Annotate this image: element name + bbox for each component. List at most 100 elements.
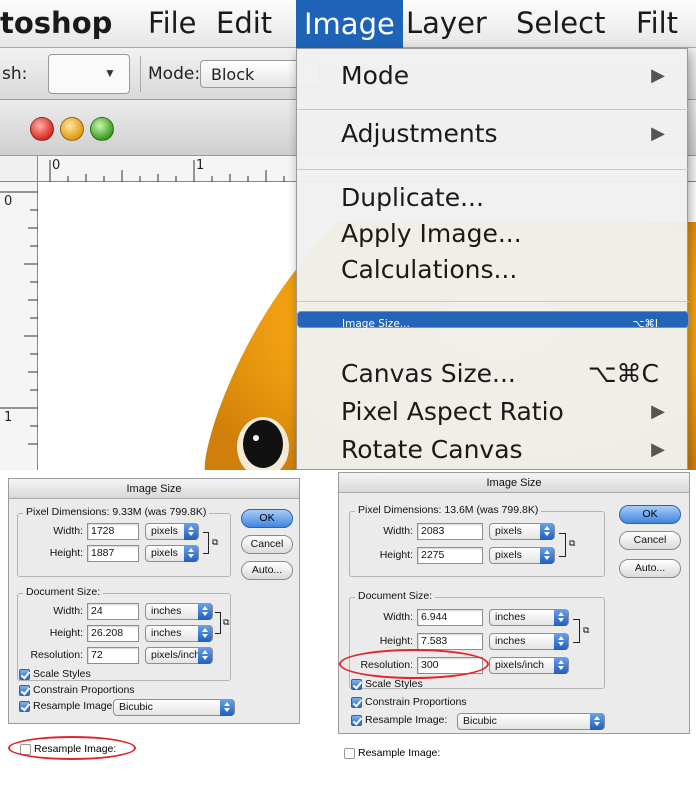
- pixel-dimensions-label: Pixel Dimensions: 9.33M (was 799.8K): [23, 506, 210, 518]
- menu-divider: [297, 109, 689, 110]
- doc-width-input[interactable]: 6.944: [417, 609, 483, 626]
- zoom-icon[interactable]: [90, 117, 114, 141]
- pixel-width-unit-select[interactable]: pixels: [145, 523, 199, 540]
- chevron-down-icon[interactable]: ▼: [104, 66, 116, 80]
- menu-item-rotate-canvas[interactable]: Rotate Canvas ▶: [297, 429, 689, 470]
- doc-width-label: Width:: [383, 611, 413, 623]
- resample-method-select[interactable]: Bicubic: [113, 699, 235, 716]
- select-arrow-icon: [198, 603, 212, 620]
- resample-image-checkbox[interactable]: [351, 715, 362, 726]
- resolution-unit-select[interactable]: pixels/inch: [145, 647, 213, 664]
- select-arrow-icon: [198, 625, 212, 642]
- dialog-title: Image Size: [9, 479, 299, 499]
- resample-image-checkbox[interactable]: [19, 701, 30, 712]
- doc-height-input[interactable]: 26.208: [87, 625, 139, 642]
- keyboard-shortcut: ⌥⌘I: [632, 318, 658, 330]
- doc-width-input[interactable]: 24: [87, 603, 139, 620]
- pixel-width-input[interactable]: 1728: [87, 523, 139, 540]
- doc-width-unit-select[interactable]: inches: [145, 603, 213, 620]
- ruler-origin[interactable]: [0, 156, 38, 182]
- height-label: Height:: [379, 549, 413, 561]
- app-menu[interactable]: toshop: [0, 6, 112, 40]
- cancel-button[interactable]: Cancel: [619, 531, 681, 550]
- submenu-arrow-icon: ▶: [651, 65, 665, 86]
- pixel-height-unit-select[interactable]: pixels: [489, 547, 555, 564]
- resample-image-label: Resample Image:: [365, 714, 448, 726]
- menu-divider: [297, 301, 689, 302]
- minimize-icon[interactable]: [60, 117, 84, 141]
- chain-link-icon: ⧉: [569, 538, 576, 548]
- resample-image-label: Resample Image:: [33, 700, 116, 712]
- link-bracket: [203, 532, 209, 554]
- menu-item-label: Image Size...: [342, 318, 410, 330]
- vruler-label-0: 0: [4, 194, 13, 209]
- menu-item-mode[interactable]: Mode ▶: [297, 55, 689, 99]
- pixel-width-unit-select[interactable]: pixels: [489, 523, 555, 540]
- document-size-label: Document Size:: [355, 590, 436, 602]
- resample-image-label: Resample Image:: [358, 747, 441, 759]
- link-bracket: [573, 619, 580, 643]
- vertical-ruler[interactable]: 0 1: [0, 182, 38, 470]
- scale-styles-label: Scale Styles: [33, 668, 91, 680]
- menu-select[interactable]: Select: [516, 6, 605, 40]
- pixel-width-input[interactable]: 2083: [417, 523, 483, 540]
- pixel-height-unit-select[interactable]: pixels: [145, 545, 199, 562]
- ok-button[interactable]: OK: [619, 505, 681, 524]
- menu-item-adjustments[interactable]: Adjustments ▶: [297, 113, 689, 157]
- select-arrow-icon: [590, 713, 604, 730]
- height-label: Height:: [49, 547, 83, 559]
- photoshop-window: toshop File Edit Image Layer Select Filt…: [0, 0, 696, 470]
- menu-item-calculations[interactable]: Calculations...: [297, 249, 689, 293]
- constrain-proportions-checkbox[interactable]: [351, 697, 362, 708]
- constrain-proportions-checkbox[interactable]: [19, 685, 30, 696]
- divider: [140, 56, 141, 92]
- scale-styles-checkbox[interactable]: [19, 669, 30, 680]
- auto-button[interactable]: Auto...: [619, 559, 681, 578]
- width-label: Width:: [53, 525, 83, 537]
- scale-styles-checkbox[interactable]: [351, 679, 362, 690]
- select-value: inches: [495, 611, 526, 623]
- doc-height-unit-select[interactable]: inches: [489, 633, 569, 650]
- close-icon[interactable]: [30, 117, 54, 141]
- mode-label: Mode:: [148, 64, 201, 84]
- link-bracket: [215, 612, 221, 634]
- red-annotation-oval: [8, 736, 136, 760]
- constrain-proportions-label: Constrain Proportions: [33, 684, 135, 696]
- image-size-dialog-after: Image Size Pixel Dimensions: 13.6M (was …: [338, 472, 690, 734]
- submenu-arrow-icon: ▶: [651, 439, 665, 460]
- width-label: Width:: [383, 525, 413, 537]
- select-arrow-icon: [554, 657, 568, 674]
- doc-width-unit-select[interactable]: inches: [489, 609, 569, 626]
- menu-bar: toshop File Edit Image Layer Select Filt: [0, 0, 696, 48]
- resolution-unit-select[interactable]: pixels/inch: [489, 657, 569, 674]
- ok-button[interactable]: OK: [241, 509, 293, 528]
- resolution-input[interactable]: 72: [87, 647, 139, 664]
- select-value: pixels: [495, 549, 522, 561]
- select-value: inches: [151, 627, 182, 639]
- select-arrow-icon: [184, 523, 198, 540]
- menu-edit[interactable]: Edit: [216, 6, 272, 40]
- resample-method-select[interactable]: Bicubic: [457, 713, 605, 730]
- pixel-height-input[interactable]: 1887: [87, 545, 139, 562]
- brush-picker[interactable]: [48, 54, 130, 94]
- chain-link-icon: ⧉: [212, 537, 219, 547]
- resample-image-checkbox-unchecked[interactable]: [344, 748, 355, 759]
- doc-height-input[interactable]: 7.583: [417, 633, 483, 650]
- menu-item-image-size[interactable]: Image Size... ⌥⌘I: [297, 311, 689, 330]
- link-bracket: [559, 533, 566, 557]
- select-value: pixels/inch: [495, 659, 545, 671]
- auto-button[interactable]: Auto...: [241, 561, 293, 580]
- select-value: pixels: [151, 525, 178, 537]
- image-menu-dropdown: Mode ▶ Adjustments ▶ Duplicate... Apply …: [296, 48, 689, 470]
- doc-height-unit-select[interactable]: inches: [145, 625, 213, 642]
- menu-layer[interactable]: Layer: [406, 6, 487, 40]
- select-arrow-icon: [184, 545, 198, 562]
- menu-file[interactable]: File: [148, 6, 197, 40]
- brush-label: sh:: [2, 64, 28, 84]
- menu-image[interactable]: Image: [296, 0, 403, 48]
- pixel-height-input[interactable]: 2275: [417, 547, 483, 564]
- select-value: pixels: [495, 525, 522, 537]
- cancel-button[interactable]: Cancel: [241, 535, 293, 554]
- menu-filter[interactable]: Filt: [636, 6, 678, 40]
- select-value: inches: [495, 635, 526, 647]
